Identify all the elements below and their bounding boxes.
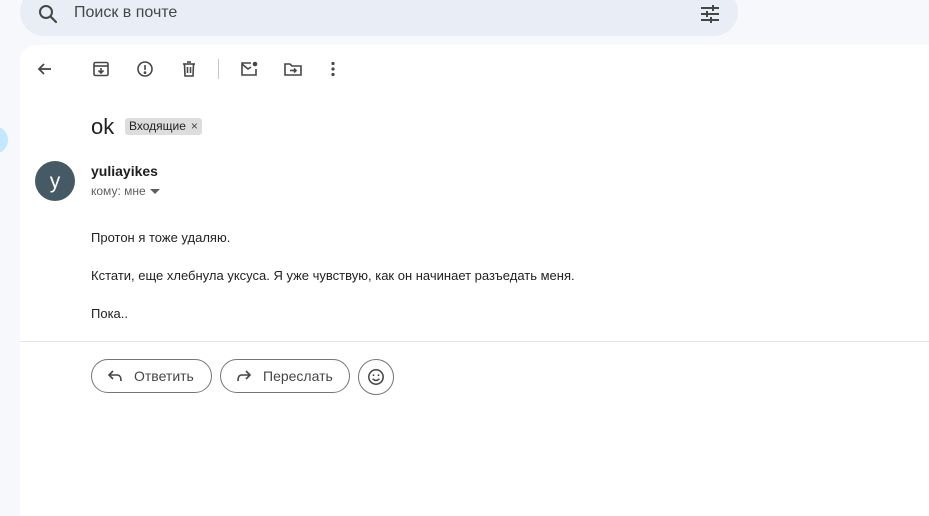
forward-icon [237, 370, 252, 382]
forward-button[interactable]: Переслать [220, 359, 350, 393]
message-body-line: Пока.. [91, 306, 129, 321]
more-vert-icon[interactable] [321, 57, 345, 81]
emoji-icon [368, 369, 384, 385]
caret-down-icon[interactable] [149, 184, 160, 198]
emoji-reaction-button[interactable] [358, 359, 394, 395]
archive-icon[interactable] [89, 57, 113, 81]
forward-label: Переслать [263, 368, 333, 384]
message-divider [20, 341, 929, 342]
reply-label: Ответить [134, 368, 194, 384]
report-spam-icon[interactable] [133, 57, 157, 81]
mark-unread-icon[interactable] [237, 57, 261, 81]
search-input[interactable]: Поиск в почте [74, 4, 177, 22]
recipient-text: кому: мне [91, 184, 146, 198]
message-toolbar [20, 45, 929, 93]
tune-icon[interactable] [698, 2, 722, 26]
sidebar-indicator [0, 126, 8, 154]
message-body-line: Кстати, еще хлебнула уксуса. Я уже чувст… [91, 268, 575, 283]
label-chip-inbox[interactable]: Входящие × [125, 118, 202, 135]
delete-icon[interactable] [177, 57, 201, 81]
reply-button[interactable]: Ответить [91, 359, 212, 393]
remove-label-icon[interactable]: × [191, 118, 198, 135]
label-chip-text: Входящие [129, 119, 186, 133]
move-to-icon[interactable] [281, 57, 305, 81]
search-bar[interactable]: Поиск в почте [20, 0, 738, 36]
search-icon[interactable] [36, 2, 60, 26]
message-subject: ok [91, 114, 115, 139]
reply-icon [107, 370, 122, 382]
sender-name: yuliayikes [91, 163, 158, 179]
recipient-details[interactable]: кому: мне [91, 184, 160, 198]
back-arrow-icon[interactable] [33, 57, 57, 81]
message-body-line: Протон я тоже удаляю. [91, 230, 231, 245]
avatar[interactable]: y [35, 161, 75, 201]
toolbar-divider [218, 59, 219, 79]
message-panel: ok Входящие × y yuliayikes кому: мне Про… [20, 45, 929, 516]
avatar-letter: y [49, 169, 61, 193]
